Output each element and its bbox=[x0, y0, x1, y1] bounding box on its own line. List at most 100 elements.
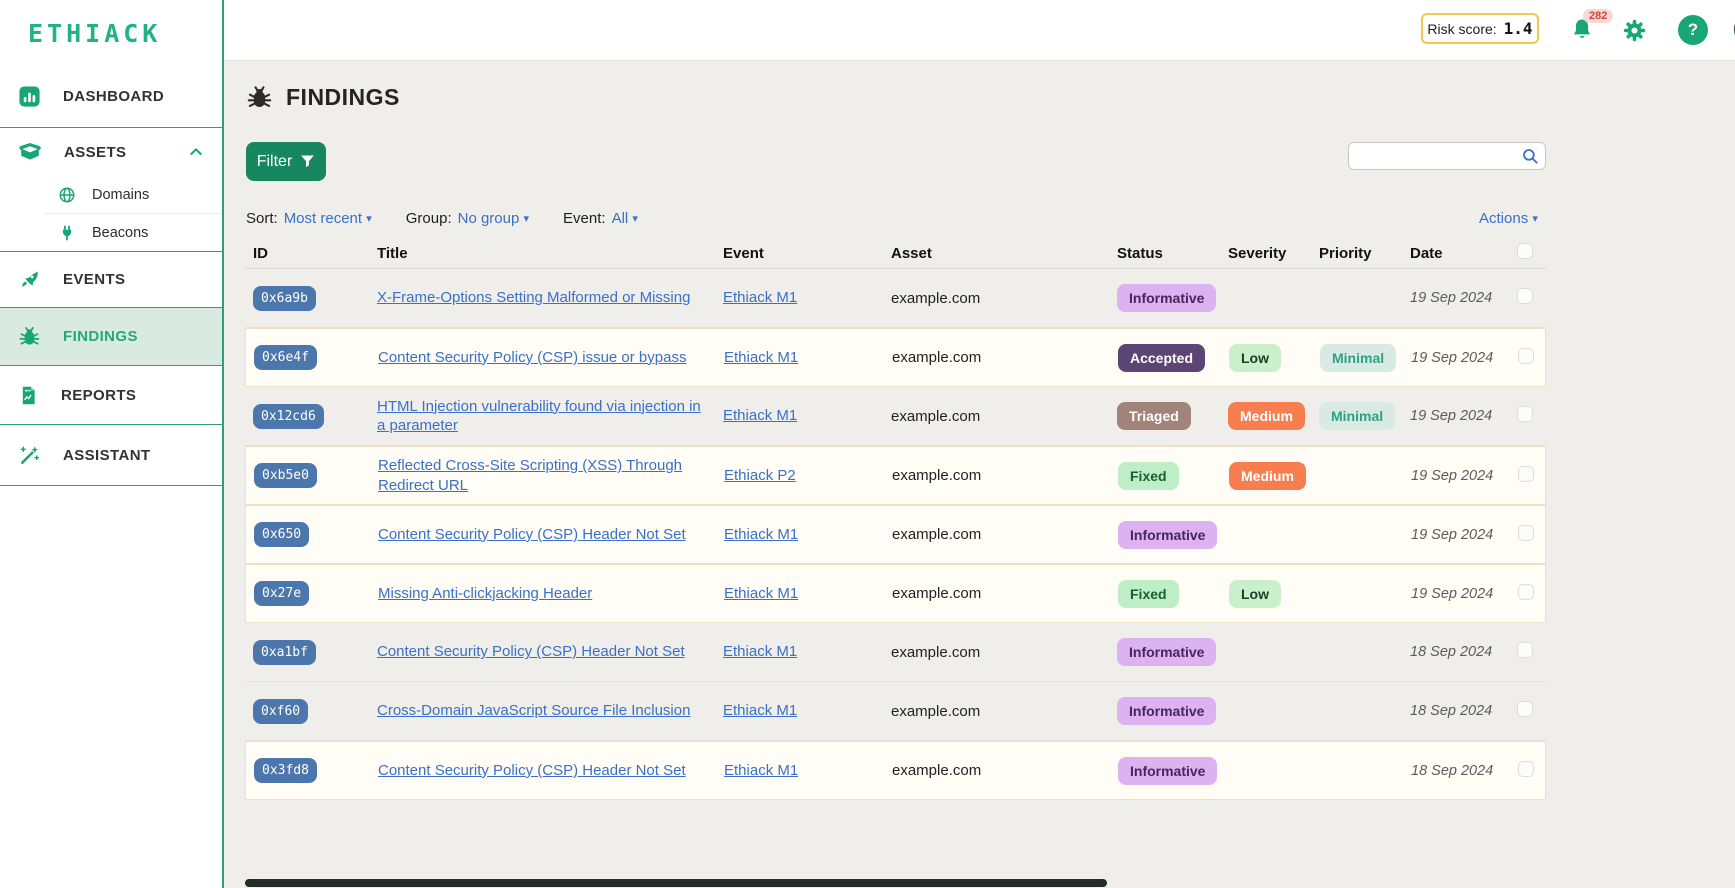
status-badge: Fixed bbox=[1118, 579, 1179, 608]
sidebar-item-label: Beacons bbox=[92, 224, 149, 241]
table-row: 0x27e Missing Anti-clickjacking Header Eth… bbox=[245, 564, 1546, 623]
row-checkbox[interactable] bbox=[1517, 288, 1533, 304]
asset-cell: example.com bbox=[892, 585, 982, 602]
sidebar-item-events[interactable]: EVENTS bbox=[0, 251, 222, 307]
rocket-icon bbox=[18, 268, 41, 291]
asset-cell: example.com bbox=[892, 349, 982, 366]
search-icon[interactable] bbox=[1521, 147, 1539, 165]
row-checkbox[interactable] bbox=[1518, 465, 1534, 482]
finding-id-badge: 0x6e4f bbox=[254, 345, 317, 370]
checkbox-cell bbox=[1518, 583, 1547, 604]
status-badge: Informative bbox=[1117, 697, 1217, 725]
finding-id-cell: 0xb5e0 bbox=[246, 463, 378, 488]
finding-title-link[interactable]: Missing Anti-clickjacking Header bbox=[378, 585, 592, 602]
sidebar-item-label: REPORTS bbox=[61, 386, 137, 404]
finding-title-cell: Missing Anti-clickjacking Header bbox=[378, 584, 724, 604]
finding-title-link[interactable]: Reflected Cross-Site Scripting (XSS) Thr… bbox=[378, 457, 682, 494]
column-header-title: Title bbox=[377, 244, 408, 262]
magic-wand-icon bbox=[18, 444, 41, 467]
event-filter-dropdown[interactable]: All ▾ bbox=[612, 210, 638, 227]
sort-dropdown[interactable]: Most recent ▾ bbox=[284, 210, 372, 227]
table-row: 0xa1bf Content Security Policy (CSP) Head… bbox=[245, 623, 1546, 682]
finding-title-link[interactable]: Content Security Policy (CSP) issue or b… bbox=[378, 349, 686, 366]
finding-id-badge: 0xb5e0 bbox=[254, 463, 317, 488]
select-all-checkbox[interactable] bbox=[1517, 243, 1533, 259]
row-checkbox[interactable] bbox=[1517, 701, 1533, 717]
sidebar-item-assets[interactable]: ASSETS bbox=[0, 127, 222, 176]
app-window: Risk score: 1.4 282 ? ETHIACK DASHBOARD … bbox=[0, 0, 1735, 888]
sidebar-item-assistant[interactable]: ASSISTANT bbox=[0, 425, 222, 486]
event-link[interactable]: Ethiack M1 bbox=[723, 289, 797, 306]
table-row: 0xf60 Cross-Domain JavaScript Source File… bbox=[245, 682, 1546, 741]
row-checkbox[interactable] bbox=[1518, 760, 1534, 777]
table-row: 0x12cd6 HTML Injection vulnerability foun… bbox=[245, 387, 1546, 446]
sidebar-item-findings[interactable]: FINDINGS bbox=[0, 307, 222, 366]
finding-title-cell: HTML Injection vulnerability found via i… bbox=[377, 397, 723, 436]
date-cell: 19 Sep 2024 bbox=[1411, 526, 1494, 543]
finding-title-link[interactable]: Content Security Policy (CSP) Header Not… bbox=[378, 762, 686, 779]
event-link[interactable]: Ethiack M1 bbox=[724, 526, 798, 543]
brand-logo[interactable]: ETHIACK bbox=[0, 0, 222, 66]
filter-button[interactable]: Filter bbox=[246, 142, 326, 181]
sidebar-item-domains[interactable]: Domains bbox=[0, 176, 222, 213]
event-link[interactable]: Ethiack M1 bbox=[723, 702, 797, 719]
event-cell: Ethiack M1 bbox=[724, 584, 892, 604]
row-checkbox[interactable] bbox=[1517, 406, 1533, 422]
row-checkbox[interactable] bbox=[1517, 642, 1533, 658]
date-cell: 19 Sep 2024 bbox=[1411, 467, 1494, 484]
finding-id-badge: 0x6a9b bbox=[253, 285, 316, 311]
finding-title-link[interactable]: Content Security Policy (CSP) Header Not… bbox=[378, 526, 686, 543]
status-badge: Informative bbox=[1118, 756, 1218, 785]
status-badge: Informative bbox=[1117, 638, 1217, 666]
priority-badge: Minimal bbox=[1319, 402, 1396, 430]
sidebar-item-label: EVENTS bbox=[63, 271, 126, 288]
sidebar-item-dashboard[interactable]: DASHBOARD bbox=[0, 66, 222, 127]
row-checkbox[interactable] bbox=[1518, 583, 1534, 600]
finding-id-cell: 0xf60 bbox=[245, 698, 377, 724]
checkbox-cell bbox=[1518, 760, 1547, 781]
asset-cell: example.com bbox=[891, 289, 981, 307]
help-button[interactable]: ? bbox=[1678, 15, 1708, 45]
finding-id-cell: 0x6a9b bbox=[245, 285, 377, 311]
event-cell: Ethiack M1 bbox=[723, 288, 891, 308]
status-badge: Fixed bbox=[1118, 461, 1179, 490]
page-title-text: FINDINGS bbox=[286, 84, 400, 110]
status-badge: Informative bbox=[1118, 520, 1218, 549]
checkbox-cell bbox=[1517, 642, 1546, 662]
horizontal-scrollbar[interactable] bbox=[245, 879, 1107, 887]
sidebar-item-beacons[interactable]: Beacons bbox=[0, 214, 222, 251]
risk-score-value: 1.4 bbox=[1503, 19, 1533, 38]
event-link[interactable]: Ethiack M1 bbox=[723, 643, 797, 660]
event-link[interactable]: Ethiack P2 bbox=[724, 467, 796, 484]
status-cell: Informative bbox=[1118, 520, 1229, 549]
severity-cell: Medium bbox=[1228, 402, 1319, 430]
severity-badge: Low bbox=[1229, 343, 1281, 372]
settings-button[interactable] bbox=[1619, 15, 1649, 45]
event-cell: Ethiack M1 bbox=[723, 701, 891, 721]
event-link[interactable]: Ethiack M1 bbox=[724, 762, 798, 779]
finding-title-link[interactable]: X-Frame-Options Setting Malformed or Mis… bbox=[377, 289, 690, 306]
finding-title-link[interactable]: Cross-Domain JavaScript Source File Incl… bbox=[377, 702, 690, 719]
event-link[interactable]: Ethiack M1 bbox=[724, 585, 798, 602]
event-link[interactable]: Ethiack M1 bbox=[723, 407, 797, 424]
row-checkbox[interactable] bbox=[1518, 524, 1534, 541]
event-filter-label: Event: bbox=[563, 210, 606, 227]
row-checkbox[interactable] bbox=[1518, 347, 1534, 364]
finding-title-cell: Reflected Cross-Site Scripting (XSS) Thr… bbox=[378, 456, 724, 495]
sidebar-item-label: ASSETS bbox=[64, 143, 127, 161]
event-link[interactable]: Ethiack M1 bbox=[724, 349, 798, 366]
actions-dropdown[interactable]: Actions ▾ bbox=[1479, 210, 1538, 227]
search-input[interactable] bbox=[1348, 142, 1546, 170]
asset-cell: example.com bbox=[892, 526, 982, 543]
table-row: 0x6a9b X-Frame-Options Setting Malformed … bbox=[245, 269, 1546, 328]
bug-icon bbox=[18, 325, 41, 348]
brand-logo-text: ETHIACK bbox=[28, 18, 162, 48]
checkbox-cell bbox=[1517, 701, 1546, 721]
gear-icon bbox=[1621, 17, 1648, 44]
finding-title-link[interactable]: HTML Injection vulnerability found via i… bbox=[377, 398, 701, 435]
funnel-icon bbox=[300, 154, 315, 169]
group-dropdown[interactable]: No group ▾ bbox=[458, 210, 529, 227]
date-cell: 19 Sep 2024 bbox=[1411, 585, 1494, 602]
sidebar-item-reports[interactable]: REPORTS bbox=[0, 366, 222, 425]
finding-title-link[interactable]: Content Security Policy (CSP) Header Not… bbox=[377, 643, 685, 660]
